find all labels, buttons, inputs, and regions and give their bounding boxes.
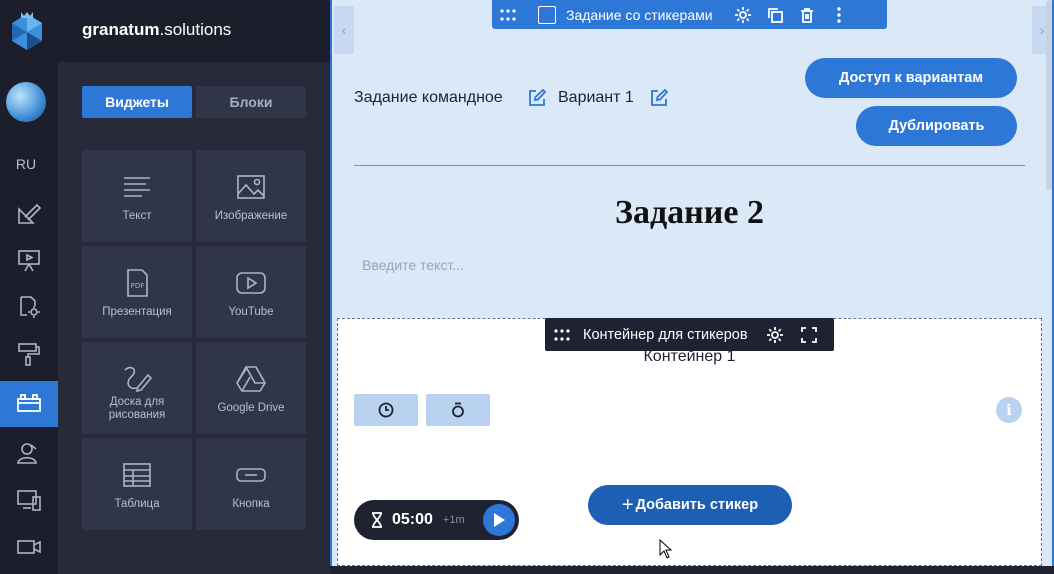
add-sticker-button[interactable]: + Добавить стикер <box>588 485 792 525</box>
widget-text[interactable]: Текст <box>82 150 192 242</box>
container-toolbar: Контейнер для стикеров <box>545 318 834 351</box>
rail-item-devices[interactable] <box>0 477 58 523</box>
logo-icon[interactable] <box>8 12 46 52</box>
text-icon <box>124 177 150 197</box>
user-avatar[interactable] <box>6 82 46 122</box>
collapse-left-button[interactable]: ‹ <box>334 6 354 54</box>
stopwatch-button[interactable] <box>426 394 490 426</box>
block-select-checkbox[interactable] <box>538 5 556 24</box>
fullscreen-icon[interactable] <box>792 326 826 343</box>
canvas-bottom-edge <box>330 566 1054 574</box>
widget-image[interactable]: Изображение <box>196 150 306 242</box>
devices-icon <box>17 490 41 511</box>
chevron-left-icon: ‹ <box>341 22 347 38</box>
widget-youtube[interactable]: YouTube <box>196 246 306 338</box>
app-root: RU granatum.solutions Виджеты Блоки Текс… <box>0 0 1054 574</box>
rail-item-widgets[interactable] <box>0 381 58 427</box>
edit-task-type-icon[interactable] <box>528 89 546 107</box>
stopwatch-icon <box>452 402 464 418</box>
blocks-icon <box>17 394 41 412</box>
image-icon <box>237 175 265 199</box>
draw-icon <box>124 366 153 393</box>
brand-header: granatum.solutions <box>58 0 330 62</box>
gear-icon[interactable] <box>727 6 759 24</box>
paint-roller-icon <box>18 343 40 366</box>
task-title[interactable]: Задание 2 <box>354 194 1025 232</box>
edit-variant-icon[interactable] <box>650 89 668 107</box>
variant-access-button[interactable]: Доступ к вариантам <box>805 58 1017 98</box>
widget-label: Кнопка <box>232 498 270 510</box>
ruler-pencil-icon <box>18 203 42 224</box>
clock-button[interactable] <box>354 394 418 426</box>
widget-label: Доска для рисования <box>108 396 166 421</box>
user-group-icon <box>17 443 37 464</box>
widget-label: YouTube <box>228 306 274 318</box>
block-title: Задание со стикерами <box>566 6 713 23</box>
youtube-icon <box>236 272 266 294</box>
info-icon[interactable]: i <box>996 397 1022 423</box>
tab-blocks[interactable]: Блоки <box>196 86 306 118</box>
google-drive-icon <box>236 366 266 392</box>
duplicate-button[interactable]: Дублировать <box>856 106 1017 146</box>
widget-label: Презентация <box>102 306 172 318</box>
play-button[interactable] <box>483 504 515 536</box>
presentation-board-icon <box>18 250 40 272</box>
timer-add-minute[interactable]: +1m <box>443 514 465 526</box>
drag-handle-icon[interactable] <box>545 328 579 341</box>
widget-table[interactable]: Таблица <box>82 438 192 530</box>
rail-item-settings[interactable] <box>0 284 58 330</box>
drag-handle-icon[interactable] <box>492 8 524 21</box>
task-type-label: Задание командное <box>354 89 503 106</box>
timer-widget: 05:00 +1m <box>354 500 519 540</box>
hourglass-icon <box>372 512 382 528</box>
rail-item-users[interactable] <box>0 430 58 476</box>
header-divider <box>354 165 1025 166</box>
video-camera-icon <box>17 540 41 554</box>
more-vertical-icon[interactable] <box>823 6 855 23</box>
table-icon <box>123 463 151 487</box>
rail-item-presentation[interactable] <box>0 237 58 283</box>
gear-doc-icon <box>20 296 40 318</box>
widget-label: Текст <box>122 210 152 222</box>
pdf-icon: PDF <box>127 269 148 297</box>
block-toolbar: Задание со стикерами <box>492 0 887 29</box>
panel-tabs: Виджеты Блоки <box>82 86 306 118</box>
svg-text:PDF: PDF <box>131 282 145 290</box>
play-icon <box>494 513 505 527</box>
widget-button[interactable]: Кнопка <box>196 438 306 530</box>
clock-icon <box>378 402 394 418</box>
brand-name: granatum.solutions <box>82 20 232 39</box>
gear-icon[interactable] <box>758 326 792 344</box>
widget-drawing-board[interactable]: Доска для рисования <box>82 342 192 434</box>
widget-label: Изображение <box>214 210 288 222</box>
add-sticker-label: Добавить стикер <box>635 497 759 513</box>
widget-presentation[interactable]: PDF Презентация <box>82 246 192 338</box>
rail-item-style[interactable] <box>0 331 58 377</box>
left-rail: RU <box>0 0 58 574</box>
widget-grid: Текст Изображение PDF Презентация YouTub… <box>82 150 306 530</box>
button-icon <box>236 468 266 482</box>
copy-icon[interactable] <box>759 7 791 23</box>
timer-value: 05:00 <box>392 511 433 528</box>
language-switch[interactable]: RU <box>0 156 52 172</box>
task-text-input[interactable]: Введите текст... <box>362 257 464 273</box>
widget-label: Google Drive <box>217 402 285 414</box>
rail-item-design[interactable] <box>0 190 58 236</box>
trash-icon[interactable] <box>791 7 823 23</box>
widget-google-drive[interactable]: Google Drive <box>196 342 306 434</box>
canvas-scrollbar[interactable] <box>1046 0 1052 190</box>
plus-icon: + <box>621 493 634 516</box>
widget-label: Таблица <box>114 498 160 510</box>
tab-widgets[interactable]: Виджеты <box>82 86 192 118</box>
container-bar-title: Контейнер для стикеров <box>583 326 748 343</box>
variant-label: Вариант 1 <box>558 89 634 106</box>
chevron-right-icon: › <box>1039 22 1045 38</box>
mouse-cursor-icon <box>659 539 673 559</box>
rail-item-video[interactable] <box>0 524 58 570</box>
